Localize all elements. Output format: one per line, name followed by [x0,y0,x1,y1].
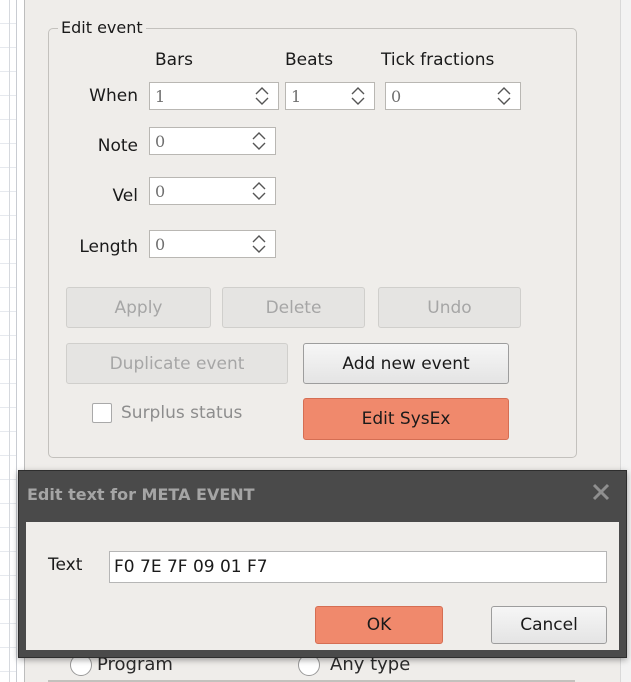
surplus-status-checkbox[interactable] [92,403,112,423]
edit-text-dialog: Edit text for META EVENT Text F0 7E 7F 0… [18,470,627,658]
vel-spinbox[interactable]: 0 [149,177,276,205]
length-label: Length [79,237,138,257]
add-new-event-button[interactable]: Add new event [303,343,509,384]
when-bars-value: 1 [155,87,166,106]
spin-arrows-icon[interactable] [348,86,368,106]
undo-button[interactable]: Undo [378,287,521,328]
ok-button[interactable]: OK [315,606,443,644]
when-bars-spinbox[interactable]: 1 [149,82,279,110]
beats-header: Beats [285,50,334,70]
spin-arrows-icon[interactable] [249,234,269,254]
duplicate-event-button[interactable]: Duplicate event [66,343,288,384]
note-value: 0 [155,132,166,151]
vel-label: Vel [112,186,139,206]
note-label: Note [97,136,138,156]
surplus-status-label: Surplus status [121,403,243,423]
cancel-button[interactable]: Cancel [491,606,607,644]
when-ticks-spinbox[interactable]: 0 [385,82,521,110]
when-beats-spinbox[interactable]: 1 [285,82,375,110]
delete-button[interactable]: Delete [222,287,365,328]
editor-grid-strip [0,0,17,682]
text-label: Text [48,555,83,575]
spin-arrows-icon[interactable] [494,86,514,106]
vel-value: 0 [155,182,166,201]
when-beats-value: 1 [291,87,302,106]
tick-fractions-header: Tick fractions [381,50,495,70]
spin-arrows-icon[interactable] [249,131,269,151]
length-spinbox[interactable]: 0 [149,230,276,258]
note-spinbox[interactable]: 0 [149,127,276,155]
edit-sysex-button[interactable]: Edit SysEx [303,398,509,440]
edit-event-title: Edit event [58,18,146,37]
spin-arrows-icon[interactable] [249,181,269,201]
when-ticks-value: 0 [391,87,402,106]
apply-button[interactable]: Apply [66,287,211,328]
text-input[interactable]: F0 7E 7F 09 01 F7 [109,551,607,583]
dialog-title: Edit text for META EVENT [27,485,255,504]
spin-arrows-icon[interactable] [252,86,272,106]
when-label: When [89,86,138,106]
close-icon[interactable] [590,481,612,503]
bars-header: Bars [155,50,193,70]
dialog-body: Text F0 7E 7F 09 01 F7 OK Cancel [26,522,619,650]
length-value: 0 [155,235,166,254]
